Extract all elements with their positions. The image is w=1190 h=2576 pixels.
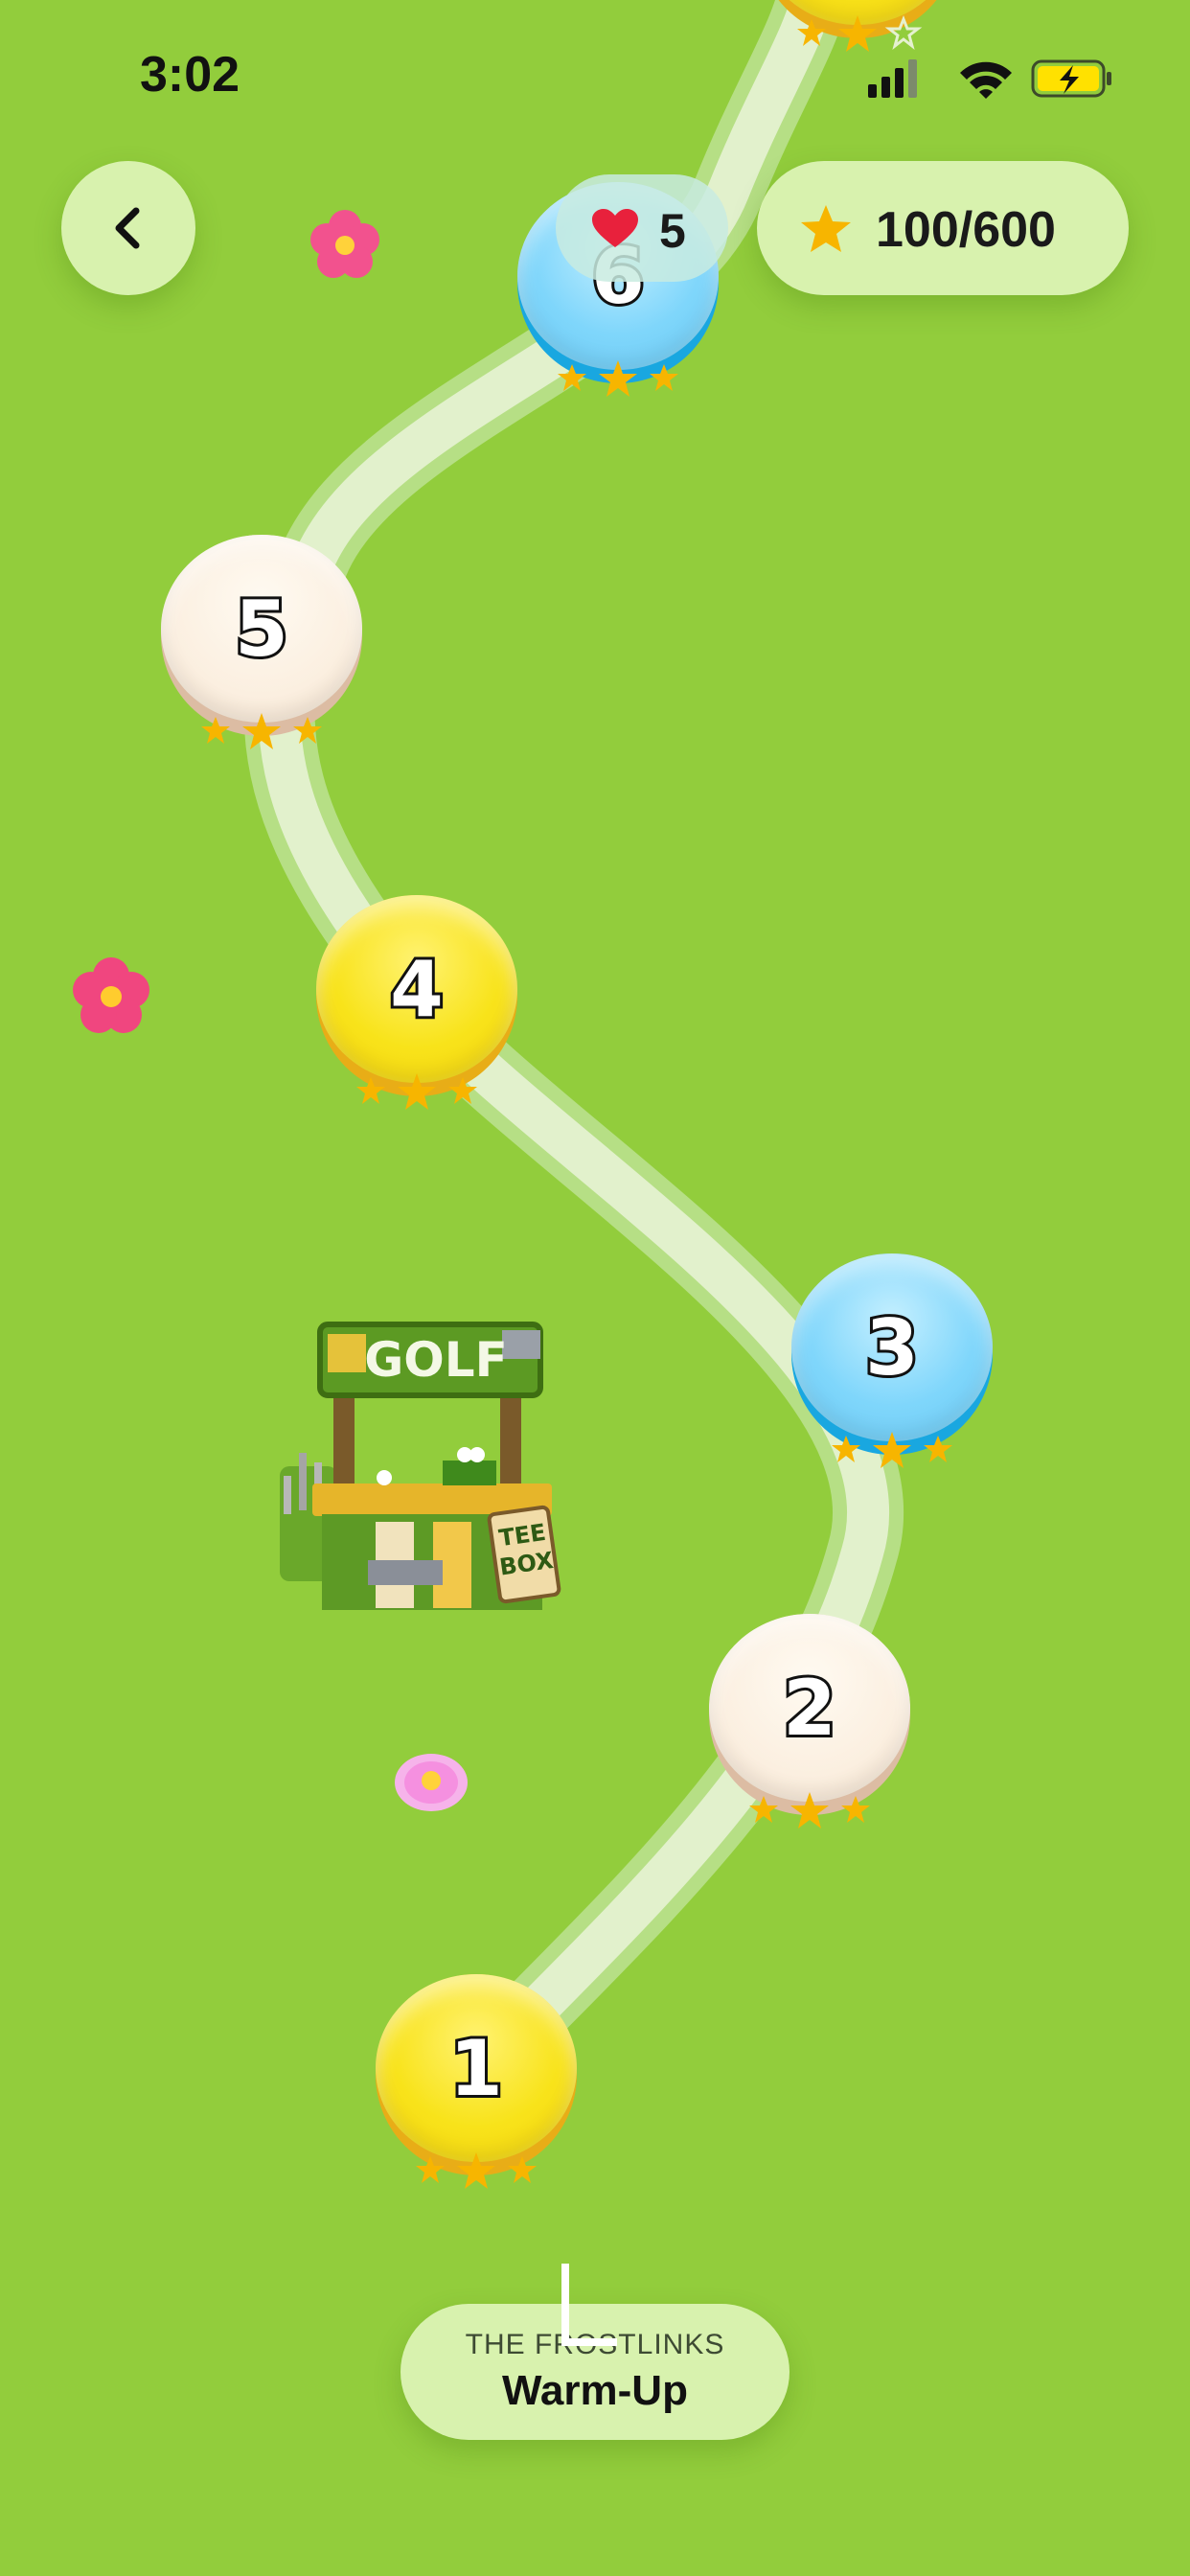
star-icon: [873, 1432, 911, 1468]
level-button-1[interactable]: 1: [376, 1974, 577, 2189]
star-outline-icon: [884, 14, 923, 50]
star-icon: [508, 2156, 537, 2183]
status-icons: [868, 56, 1113, 106]
level-stars: [738, 1784, 881, 1847]
cellular-signal-icon: [868, 59, 917, 98]
back-button[interactable]: [61, 161, 195, 295]
star-icon: [201, 717, 230, 744]
golf-sign-text: GOLF: [364, 1332, 508, 1388]
text-cursor-foot: [561, 2338, 617, 2346]
battery-charging-icon: [1031, 59, 1111, 98]
level-number: 5: [232, 582, 291, 677]
level-name: Warm-Up: [502, 2367, 688, 2414]
heart-icon: [592, 209, 638, 247]
stars-counter[interactable]: 100/600: [757, 161, 1129, 295]
star-icon: [242, 713, 281, 749]
star-icon: [457, 2152, 495, 2189]
star-icon: [838, 15, 877, 52]
stars-count: 100/600: [876, 202, 1056, 258]
star-icon: [749, 1796, 778, 1823]
lives-badge[interactable]: 5: [556, 174, 728, 282]
star-icon: [797, 19, 826, 46]
wifi-icon: [960, 61, 1012, 99]
star-icon: [801, 205, 851, 252]
level-button-2[interactable]: 2: [709, 1614, 910, 1828]
world-title-pill[interactable]: THE FROSTLINKS Warm-Up: [400, 2304, 790, 2440]
star-icon: [832, 1436, 860, 1462]
star-icon: [599, 360, 637, 397]
level-stars: [190, 705, 333, 768]
level-number: 2: [780, 1661, 839, 1756]
level-number: 3: [862, 1300, 922, 1395]
star-icon: [448, 1077, 477, 1104]
daisy-flower-icon: [395, 1754, 468, 1811]
level-button-5[interactable]: 5: [161, 535, 362, 749]
star-icon: [650, 364, 678, 391]
level-number: 1: [446, 2021, 506, 2116]
flower-icon: [310, 210, 379, 278]
lives-count: 5: [659, 204, 686, 258]
text-cursor: [561, 2264, 569, 2346]
flower-icon: [73, 957, 149, 1033]
golf-stand-illustration: GOLF TEE BOX: [280, 1322, 561, 1610]
star-icon: [924, 1436, 952, 1462]
level-stars: [404, 2145, 548, 2207]
star-icon: [416, 2156, 445, 2183]
star-icon: [841, 1796, 870, 1823]
status-time: 3:02: [140, 47, 240, 103]
star-icon: [293, 717, 322, 744]
level-number: 4: [387, 942, 446, 1037]
level-button-7[interactable]: [757, 0, 958, 52]
star-icon: [398, 1073, 436, 1110]
level-button-4[interactable]: 4: [316, 895, 517, 1110]
level-stars: [820, 1424, 964, 1486]
level-stars: [546, 353, 690, 415]
star-icon: [790, 1792, 829, 1828]
star-icon: [558, 364, 586, 391]
level-stars: [345, 1066, 489, 1128]
chevron-left-icon: [115, 207, 140, 249]
level-button-3[interactable]: 3: [791, 1254, 993, 1468]
star-icon: [356, 1077, 385, 1104]
